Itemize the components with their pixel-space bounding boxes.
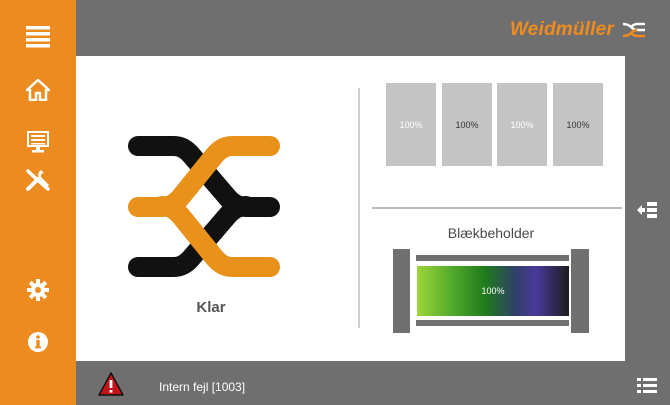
menu-button[interactable] xyxy=(21,20,55,54)
ink-tank: 100% xyxy=(497,83,547,166)
tank-level-label: 100% xyxy=(510,119,534,130)
ink-container-right-bracket xyxy=(571,249,589,333)
ink-level-label: 100% xyxy=(481,286,505,296)
brand-name: Weidmüller xyxy=(509,19,614,40)
monitor-icon xyxy=(27,131,49,153)
tank-level-label: 100% xyxy=(566,119,590,130)
error-message: Intern fejl [1003] xyxy=(159,380,246,394)
status-label: Klar xyxy=(196,299,226,316)
list-icon xyxy=(637,378,657,393)
ink-container-top-rail xyxy=(416,255,569,261)
vertical-divider xyxy=(358,88,360,328)
main-panel: Klar 100% 100% 100% 100% Blækbeholder 10… xyxy=(76,56,625,361)
tools-button[interactable] xyxy=(21,163,55,197)
menu-icon xyxy=(26,26,50,48)
settings-gear-icon xyxy=(27,279,49,301)
status-logo xyxy=(124,134,284,284)
warning-icon[interactable] xyxy=(98,372,124,396)
tools-icon xyxy=(26,169,50,191)
tank-level-label: 100% xyxy=(455,119,479,130)
ink-tank: 100% xyxy=(442,83,492,166)
event-list-button[interactable] xyxy=(636,376,658,396)
settings-button[interactable] xyxy=(21,273,55,307)
horizontal-divider xyxy=(372,207,622,209)
collapse-panel-button[interactable] xyxy=(636,200,658,220)
tank-level-label: 100% xyxy=(399,119,423,130)
weidmuller-status-logo-icon xyxy=(128,136,280,277)
monitor-button[interactable] xyxy=(21,125,55,159)
ink-tank: 100% xyxy=(386,83,436,166)
weidmuller-logo-icon xyxy=(622,22,645,38)
right-bar xyxy=(625,56,670,405)
brand: Weidmüller xyxy=(510,19,646,41)
home-button[interactable] xyxy=(21,73,55,107)
ink-level-gauge: 100% xyxy=(417,266,569,316)
ink-tank: 100% xyxy=(553,83,603,166)
info-icon xyxy=(28,332,48,352)
ink-container-title: Blækbeholder xyxy=(447,225,535,241)
ink-container-bottom-rail xyxy=(416,320,569,326)
status-bar: Intern fejl [1003] xyxy=(76,361,625,405)
arrow-list-icon xyxy=(637,202,657,218)
info-button[interactable] xyxy=(21,325,55,359)
ink-container-left-bracket xyxy=(393,249,410,333)
top-bar: Weidmüller xyxy=(76,0,670,56)
sidebar xyxy=(0,0,76,405)
home-icon xyxy=(26,79,50,101)
